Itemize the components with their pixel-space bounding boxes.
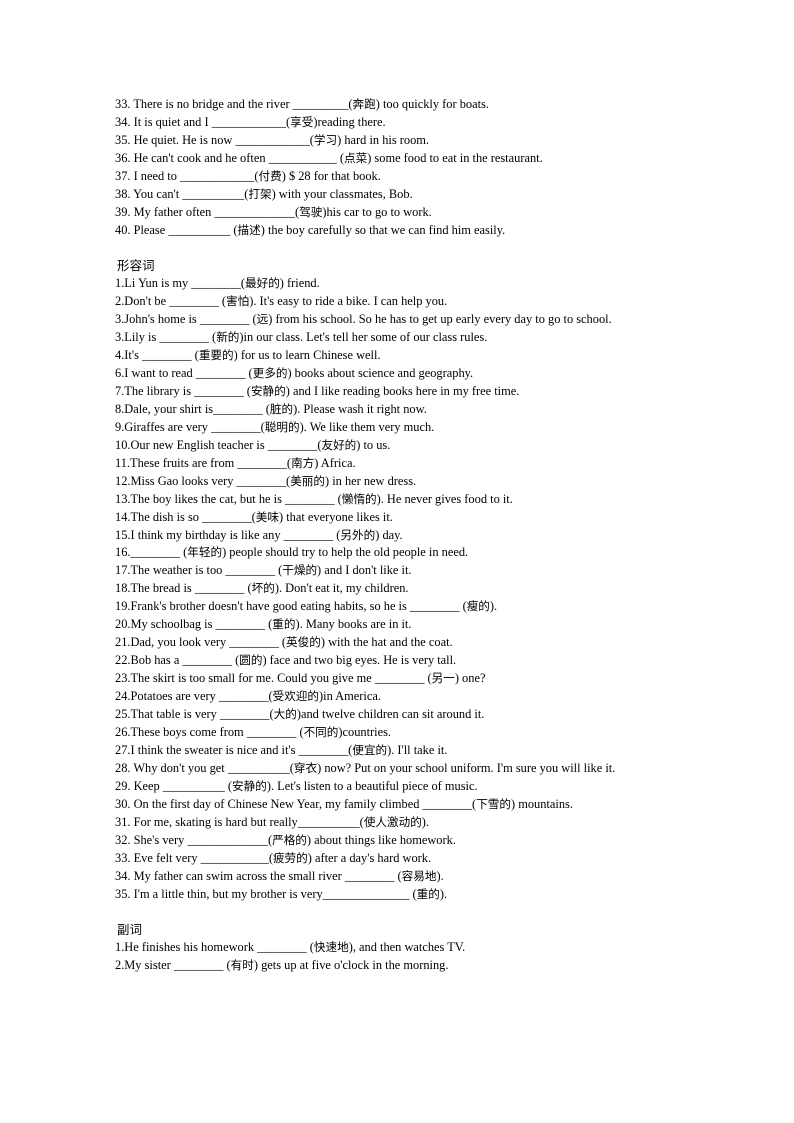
exercise-item: 2.Don't be ________ (害怕). It's easy to r… bbox=[115, 294, 448, 309]
exercise-item: 3.Lily is ________ (新的)in our class. Let… bbox=[115, 330, 488, 345]
exercise-item: 17.The weather is too ________ (干燥的) and… bbox=[115, 563, 412, 578]
exercise-item: 11.These fruits are from ________(南方) Af… bbox=[115, 455, 356, 470]
chinese-hint: 另一 bbox=[431, 671, 455, 686]
section-heading: 副词 bbox=[117, 922, 143, 938]
chinese-hint: 打架 bbox=[248, 186, 272, 201]
exercise-item: 15.I think my birthday is like any _____… bbox=[115, 527, 403, 542]
exercise-item: 3.John's home is ________ (远) from his s… bbox=[115, 312, 612, 327]
chinese-hint: 美丽的 bbox=[290, 473, 325, 488]
exercise-item: 39. My father often _____________(驾驶)his… bbox=[115, 204, 432, 219]
exercise-item: 1.Li Yun is my ________(最好的) friend. bbox=[115, 276, 320, 291]
chinese-hint: 便宜的 bbox=[352, 742, 388, 757]
exercise-item: 32. She's very _____________(严格的) about … bbox=[115, 832, 456, 847]
chinese-hint: 英俊的 bbox=[286, 635, 321, 650]
exercise-item: 26.These boys come from ________ (不同的)co… bbox=[115, 725, 392, 739]
chinese-hint: 驾驶 bbox=[299, 204, 323, 219]
exercise-item: 37. I need to ____________(付费) $ 28 for … bbox=[115, 168, 381, 183]
chinese-hint: 最好的 bbox=[245, 276, 280, 291]
chinese-hint: 严格的 bbox=[272, 832, 307, 847]
chinese-hint: 使人激动的 bbox=[363, 814, 422, 829]
chinese-hint: 享受 bbox=[290, 114, 314, 129]
exercise-item: 16.________ (年轻的) people should try to h… bbox=[115, 545, 469, 560]
exercise-item: 35. I'm a little thin, but my brother is… bbox=[115, 886, 448, 901]
exercise-item: 40. Please __________ (描述) the boy caref… bbox=[115, 222, 506, 237]
chinese-hint: 懒惰的 bbox=[341, 491, 377, 506]
chinese-hint: 付费 bbox=[258, 168, 282, 183]
chinese-hint: 重的 bbox=[272, 617, 296, 632]
exercise-item: 18.The bread is ________ (坏的). Don't eat… bbox=[115, 581, 409, 596]
exercise-item: 36. He can't cook and he often _________… bbox=[115, 150, 543, 165]
exercise-item: 28. Why don't you get __________(穿衣) now… bbox=[115, 760, 616, 775]
exercise-item: 7.The library is ________ (安静的) and I li… bbox=[115, 383, 520, 398]
exercise-item: 34. It is quiet and I ____________(享受)re… bbox=[115, 114, 386, 129]
chinese-hint: 受欢迎的 bbox=[272, 689, 319, 704]
chinese-hint: 瘦的 bbox=[466, 599, 490, 614]
chinese-hint: 下雪的 bbox=[476, 796, 511, 811]
exercise-item: 25.That table is very ________(大的)and tw… bbox=[115, 707, 485, 722]
exercise-item: 2.My sister ________ (有时) gets up at fiv… bbox=[115, 958, 449, 973]
chinese-hint: 更多的 bbox=[252, 365, 288, 380]
chinese-hint: 另外的 bbox=[340, 527, 376, 542]
chinese-hint: 疲劳的 bbox=[272, 850, 308, 865]
exercise-item: 34. My father can swim across the small … bbox=[115, 868, 444, 883]
exercise-item: 1.He finishes his homework ________ (快速地… bbox=[115, 940, 466, 955]
chinese-hint: 新的 bbox=[216, 330, 240, 345]
chinese-hint: 脏的 bbox=[269, 401, 294, 416]
exercise-item: 23.The skirt is too small for me. Could … bbox=[115, 671, 486, 686]
exercise-item: 30. On the first day of Chinese New Year… bbox=[115, 796, 573, 811]
exercise-item: 8.Dale, your shirt is________ (脏的). Plea… bbox=[115, 401, 427, 416]
document-body: 33. There is no bridge and the river ___… bbox=[115, 96, 681, 975]
chinese-hint: 点菜 bbox=[344, 150, 368, 165]
exercise-item: 21.Dad, you look very ________ (英俊的) wit… bbox=[115, 635, 453, 650]
exercise-item: 14.The dish is so ________(美味) that ever… bbox=[115, 509, 393, 524]
chinese-hint: 快速地 bbox=[313, 940, 349, 955]
chinese-hint: 有时 bbox=[230, 958, 254, 973]
exercise-item: 29. Keep __________ (安静的). Let's listen … bbox=[115, 778, 478, 793]
exercise-item: 9.Giraffes are very ________(聪明的). We li… bbox=[115, 419, 435, 434]
chinese-hint: 奔跑 bbox=[352, 97, 376, 111]
chinese-hint: 远 bbox=[256, 312, 269, 327]
exercise-item: 33. There is no bridge and the river ___… bbox=[115, 97, 489, 111]
exercise-item: 35. He quiet. He is now ____________(学习)… bbox=[115, 132, 430, 147]
chinese-hint: 重要的 bbox=[198, 347, 234, 362]
exercise-item: 13.The boy likes the cat, but he is ____… bbox=[115, 491, 513, 506]
exercise-item: 31. For me, skating is hard but really__… bbox=[115, 814, 430, 829]
exercise-item: 4.It's ________ (重要的) for us to learn Ch… bbox=[115, 347, 381, 362]
chinese-hint: 坏的 bbox=[251, 581, 275, 596]
exercise-item: 38. You can't __________(打架) with your c… bbox=[115, 186, 413, 201]
chinese-hint: 害怕 bbox=[225, 294, 250, 309]
chinese-hint: 聪明的 bbox=[264, 419, 300, 434]
chinese-hint: 美味 bbox=[255, 509, 279, 524]
chinese-hint: 干燥的 bbox=[282, 563, 318, 578]
exercise-item: 6.I want to read ________ (更多的) books ab… bbox=[115, 365, 474, 380]
chinese-hint: 安静的 bbox=[250, 383, 286, 398]
chinese-hint: 大的 bbox=[273, 707, 297, 722]
chinese-hint: 南方 bbox=[291, 455, 315, 470]
exercise-item: 27.I think the sweater is nice and it's … bbox=[115, 742, 448, 757]
exercise-item: 10.Our new English teacher is ________(友… bbox=[115, 437, 391, 452]
chinese-hint: 学习 bbox=[313, 132, 338, 147]
exercise-item: 33. Eve felt very ___________(疲劳的) after… bbox=[115, 850, 432, 865]
exercise-item: 24.Potatoes are very ________(受欢迎的)in Am… bbox=[115, 689, 381, 704]
chinese-hint: 圆的 bbox=[239, 653, 263, 668]
chinese-hint: 不同的 bbox=[303, 725, 339, 739]
chinese-hint: 重的 bbox=[416, 886, 440, 901]
exercise-item: 22.Bob has a ________ (圆的) face and two … bbox=[115, 653, 457, 668]
document-page: 33. There is no bridge and the river ___… bbox=[0, 0, 794, 1123]
chinese-hint: 友好的 bbox=[321, 437, 357, 452]
chinese-hint: 年轻的 bbox=[187, 545, 223, 560]
exercise-item: 20.My schoolbag is ________ (重的). Many b… bbox=[115, 617, 412, 632]
section-heading: 形容词 bbox=[117, 258, 155, 274]
chinese-hint: 描述 bbox=[237, 222, 261, 237]
exercise-item: 19.Frank's brother doesn't have good eat… bbox=[115, 599, 498, 614]
chinese-hint: 容易地 bbox=[401, 868, 437, 883]
chinese-hint: 穿衣 bbox=[293, 760, 318, 775]
chinese-hint: 安静的 bbox=[232, 778, 267, 793]
exercise-item: 12.Miss Gao looks very ________(美丽的) in … bbox=[115, 473, 417, 488]
